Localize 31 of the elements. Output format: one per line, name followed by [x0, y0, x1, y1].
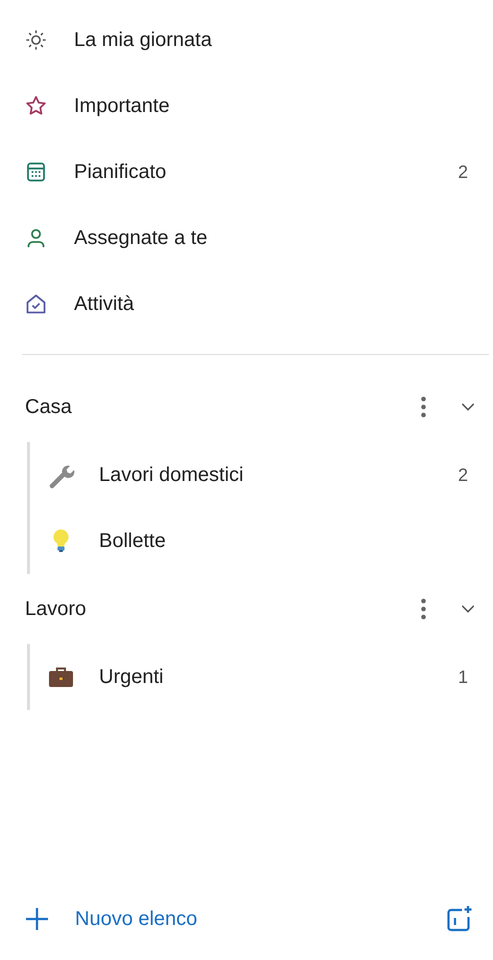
task-count: 2 [458, 464, 468, 486]
group-name: Lavoro [25, 598, 88, 620]
list-name: Urgenti [99, 666, 164, 688]
list-name: Importante [74, 94, 171, 118]
list-name: Pianificato [74, 160, 168, 184]
group-name: Casa [25, 396, 73, 418]
list-item[interactable]: Attività [0, 271, 493, 337]
task-count: 1 [458, 666, 468, 688]
more-options-icon[interactable] [420, 396, 427, 418]
house-icon [24, 292, 48, 316]
chevron-icon[interactable] [461, 604, 475, 614]
new-group-icon[interactable] [445, 905, 473, 933]
chevron-icon[interactable] [461, 402, 475, 412]
task-count: 2 [458, 162, 468, 182]
list-item[interactable]: Importante [0, 73, 493, 139]
plus-icon [25, 907, 49, 931]
calendar-icon [24, 160, 48, 184]
list-item[interactable]: Urgenti 1 [30, 644, 493, 710]
list-item[interactable]: Assegnate a te [0, 205, 493, 271]
more-options-icon[interactable] [420, 598, 427, 620]
list-item[interactable]: Pianificato 2 [0, 139, 493, 205]
list-name: Lavori domestici [99, 464, 245, 486]
list-name: Bollette [99, 530, 167, 552]
list-name: Attività [74, 292, 136, 316]
list-item[interactable]: Lavori domestici 2 [30, 442, 493, 508]
sun-icon [24, 28, 48, 52]
list-item[interactable]: Bollette [30, 508, 493, 574]
list-name: Assegnate a te [74, 226, 208, 250]
new-list-button[interactable]: Nuovo elenco [25, 907, 198, 931]
list-item[interactable]: La mia giornata [0, 7, 493, 73]
list-name: La mia giornata [74, 28, 213, 52]
